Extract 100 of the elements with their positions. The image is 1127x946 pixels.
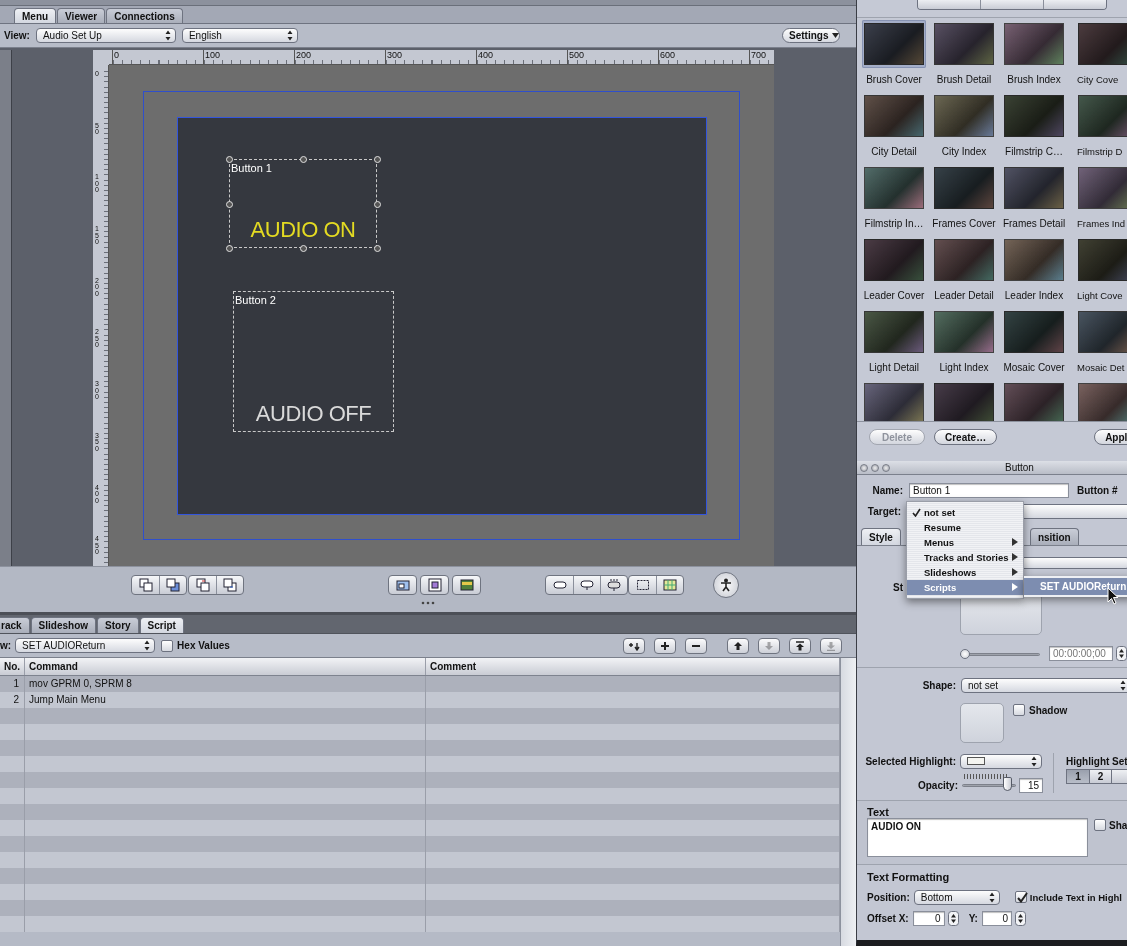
template-thumbnail[interactable]	[1076, 92, 1127, 140]
template-thumbnail[interactable]	[862, 20, 926, 68]
opacity-slider[interactable]	[962, 780, 1016, 790]
toolbar-button[interactable]	[713, 572, 739, 598]
menu-item[interactable]: Slideshows	[907, 565, 1023, 580]
slider[interactable]	[960, 648, 1040, 659]
template-thumbnail[interactable]	[862, 164, 926, 212]
template-thumbnail[interactable]	[1002, 164, 1066, 212]
segment[interactable]	[1111, 770, 1127, 783]
settings-button[interactable]: Settings	[782, 28, 840, 43]
shadow-checkbox[interactable]	[1013, 704, 1025, 716]
selection-handle[interactable]	[300, 245, 307, 252]
column-header[interactable]: Command	[25, 658, 426, 675]
name-field[interactable]: Button 1	[909, 482, 1069, 498]
template-thumbnail[interactable]	[862, 308, 926, 356]
toolbar-button[interactable]	[727, 637, 749, 654]
shadow-checkbox[interactable]	[1094, 819, 1106, 831]
tab[interactable]: Style	[861, 528, 901, 545]
selection-handle[interactable]	[374, 156, 381, 163]
tab[interactable]: rack	[0, 617, 30, 633]
template-thumbnail[interactable]	[932, 20, 996, 68]
template-thumbnail[interactable]	[862, 380, 926, 421]
menu-item[interactable]: not set	[907, 505, 1023, 520]
slider-thumb[interactable]	[1002, 777, 1012, 791]
table-row[interactable]: 2 Jump Main Menu	[0, 692, 840, 708]
tab[interactable]: Connections	[106, 8, 183, 23]
selection-handle[interactable]	[300, 156, 307, 163]
up-arrow-icon	[732, 640, 744, 651]
template-thumbnail[interactable]	[862, 236, 926, 284]
photo-placeholder	[934, 23, 994, 65]
template-thumbnail[interactable]	[932, 164, 996, 212]
hex-values-checkbox[interactable]	[161, 639, 174, 652]
script-dropdown[interactable]: SET AUDIOReturn	[15, 638, 156, 653]
tab[interactable]: Viewer	[57, 8, 106, 23]
text-field[interactable]: AUDIO ON	[867, 818, 1088, 857]
selection-handle[interactable]	[374, 200, 381, 208]
template-thumbnail[interactable]	[1002, 236, 1066, 284]
template-button[interactable]: Create…	[934, 429, 998, 445]
stacked-squares-icon	[223, 578, 237, 592]
offset-y-field[interactable]: 0	[981, 910, 1012, 926]
tab[interactable]: Story	[97, 617, 139, 633]
menu-item[interactable]: Resume	[907, 520, 1023, 535]
checkbox-label: Sha	[1109, 819, 1127, 831]
include-text-checkbox[interactable]	[1014, 891, 1027, 903]
template-name: Frames Ind	[1077, 218, 1126, 229]
template-thumbnail[interactable]	[1002, 92, 1066, 140]
template-thumbnail[interactable]	[932, 308, 996, 356]
tab[interactable]: Script	[139, 617, 184, 633]
photo-placeholder	[1078, 383, 1127, 421]
toolbar-button[interactable]	[623, 637, 645, 654]
menu-item[interactable]: Tracks and Stories	[907, 550, 1023, 565]
highlight-dropdown[interactable]	[960, 753, 1042, 769]
tab[interactable]: nsition	[1029, 528, 1079, 545]
column-header[interactable]: No.	[0, 658, 25, 675]
toolbar-button[interactable]	[789, 637, 811, 654]
segmented-control[interactable]	[917, 0, 1107, 10]
template-thumbnail[interactable]	[1076, 308, 1127, 356]
updown-arrows-icon	[286, 30, 293, 41]
template-thumbnail[interactable]	[932, 92, 996, 140]
template-thumbnail[interactable]	[932, 380, 996, 421]
template-thumbnail[interactable]	[1002, 308, 1066, 356]
tab[interactable]: Slideshow	[30, 617, 97, 633]
photo-placeholder	[1004, 311, 1064, 353]
table-row[interactable]: 1 mov GPRM 0, SPRM 8	[0, 676, 840, 692]
selection-handle[interactable]	[226, 156, 233, 163]
language-dropdown[interactable]: English	[181, 28, 298, 43]
timecode-field[interactable]: 00:00:00;00	[1049, 646, 1113, 661]
template-thumbnail[interactable]	[1002, 380, 1066, 421]
photo-placeholder	[864, 95, 924, 137]
offset-x-field[interactable]: 0	[912, 910, 945, 926]
tab[interactable]: Menu	[14, 8, 57, 23]
position-dropdown[interactable]: Bottom	[913, 889, 1000, 905]
template-thumbnail[interactable]	[1002, 20, 1066, 68]
ruler-label: 400	[476, 50, 567, 64]
toolbar-button[interactable]	[685, 637, 707, 654]
shape-dropdown[interactable]: not set	[961, 677, 1127, 693]
selection-handle[interactable]	[226, 245, 233, 252]
template-thumbnail[interactable]	[932, 236, 996, 284]
template-thumbnail[interactable]	[862, 92, 926, 140]
view-dropdown[interactable]: Audio Set Up	[35, 28, 176, 43]
menu-item[interactable]: Menus	[907, 535, 1023, 550]
selection-handle[interactable]	[374, 245, 381, 252]
ruler-label: 200	[294, 50, 385, 64]
template-thumbnail[interactable]	[1076, 236, 1127, 284]
segment[interactable]: 1	[1067, 770, 1089, 783]
segment[interactable]: 2	[1089, 770, 1111, 783]
button-outline[interactable]: Button 2 AUDIO OFF	[233, 291, 394, 432]
dashed-rectangle-icon	[635, 578, 650, 592]
ruler-label: 600	[658, 50, 749, 64]
selection-handle[interactable]	[226, 200, 233, 208]
updown-arrows-icon	[1031, 755, 1037, 767]
template-name: Leader Detail	[934, 290, 994, 301]
slider-thumb[interactable]	[960, 648, 970, 659]
check-icon	[912, 508, 921, 517]
opacity-field[interactable]: 15	[1019, 778, 1043, 793]
template-thumbnail[interactable]	[1076, 164, 1127, 212]
template-button[interactable]: Appl	[1094, 429, 1127, 445]
template-thumbnail[interactable]	[1076, 20, 1127, 68]
toolbar-button[interactable]	[654, 637, 676, 654]
button-text: AUDIO ON	[250, 217, 356, 243]
